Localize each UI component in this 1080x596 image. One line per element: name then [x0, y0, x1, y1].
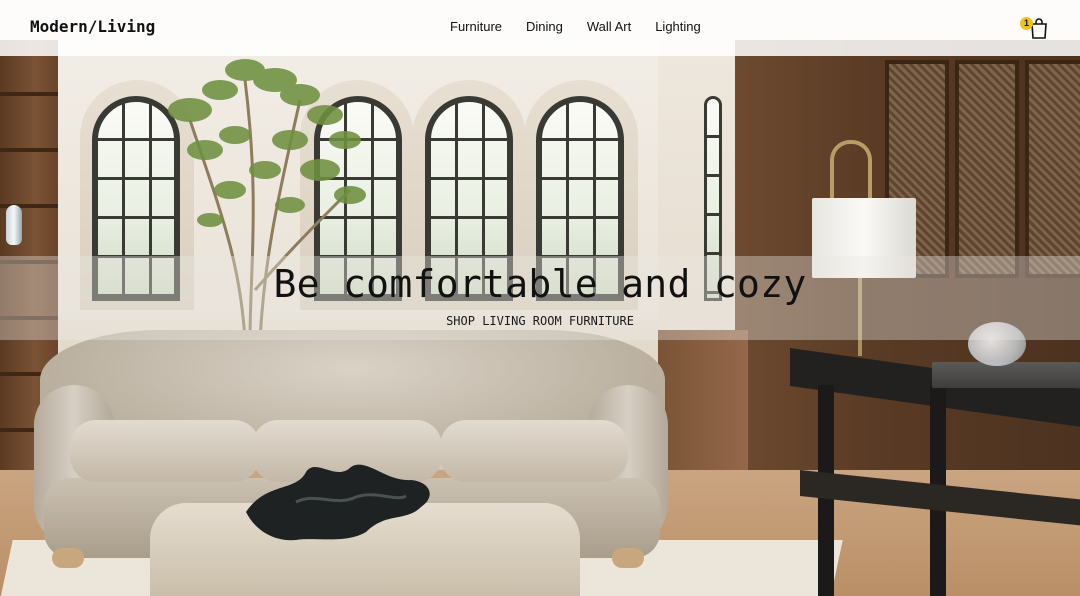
shop-living-room-link-label[interactable]: SHOP LIVING ROOM FURNITURE: [446, 314, 634, 328]
nav-furniture[interactable]: Furniture: [450, 19, 502, 34]
nav-lighting[interactable]: Lighting: [655, 19, 701, 34]
brand-logo[interactable]: Modern/Living: [30, 17, 155, 36]
books: [932, 362, 1080, 388]
nav-wall-art[interactable]: Wall Art: [587, 19, 631, 34]
shop-living-room-link: SHOP LIVING ROOM FURNITURE: [0, 314, 1080, 328]
site-header: Modern/Living Furniture Dining Wall Art …: [0, 0, 1080, 56]
sculpture: [246, 464, 430, 541]
nav-dining[interactable]: Dining: [526, 19, 563, 34]
hero-title: Be comfortable and cozy: [273, 262, 807, 306]
glass-vase: [6, 205, 22, 245]
cart-count-badge: 1: [1020, 17, 1033, 30]
main-nav: Furniture Dining Wall Art Lighting: [450, 19, 701, 34]
